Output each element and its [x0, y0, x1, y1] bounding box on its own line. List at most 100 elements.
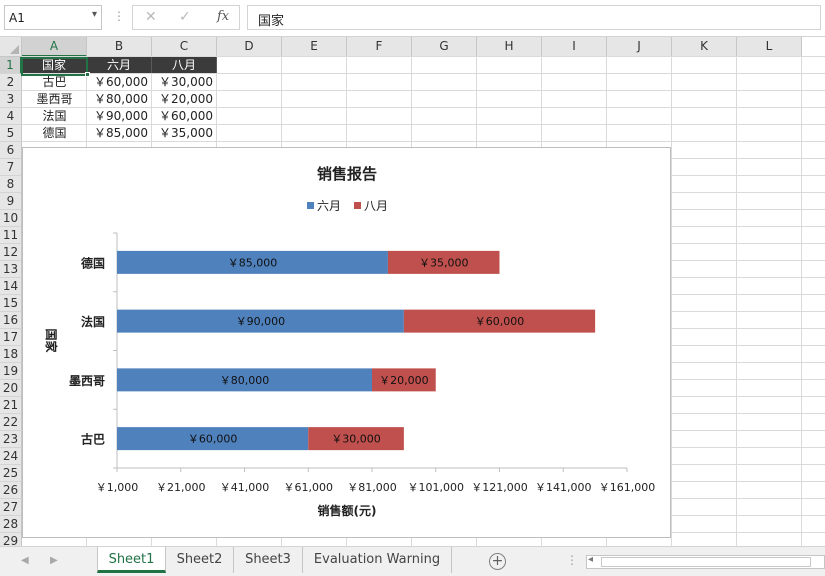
row-header-19[interactable]: 19: [0, 363, 22, 380]
column-header-b[interactable]: B: [87, 37, 152, 57]
prev-sheet-icon[interactable]: ◀: [21, 555, 29, 566]
column-header-i[interactable]: I: [542, 37, 607, 57]
row-header-14[interactable]: 14: [0, 278, 22, 295]
column-header-f[interactable]: F: [347, 37, 412, 57]
row-header-23[interactable]: 23: [0, 431, 22, 448]
scrollbar-thumb[interactable]: [601, 557, 811, 567]
column-header-c[interactable]: C: [152, 37, 217, 57]
row-header-7[interactable]: 7: [0, 159, 22, 176]
scroll-left-icon[interactable]: ◂: [588, 554, 593, 565]
plus-circle-icon[interactable]: +: [489, 553, 506, 570]
row-header-1[interactable]: 1: [0, 57, 22, 74]
column-gridline: [736, 57, 737, 546]
row-header-10[interactable]: 10: [0, 210, 22, 227]
amount-cell[interactable]: ￥60,000: [152, 108, 217, 125]
tab-evaluation-warning[interactable]: Evaluation Warning: [303, 547, 452, 573]
amount-cell[interactable]: ￥35,000: [152, 125, 217, 142]
y-category-label: 古巴: [81, 432, 105, 447]
tab-sheet2[interactable]: Sheet2: [166, 547, 234, 573]
row-header-22[interactable]: 22: [0, 414, 22, 431]
close-icon[interactable]: ✕: [145, 9, 157, 25]
tab-sheet3[interactable]: Sheet3: [234, 547, 303, 573]
column-header-a[interactable]: A: [22, 37, 87, 57]
country-cell[interactable]: 古巴: [22, 74, 87, 91]
row-header-24[interactable]: 24: [0, 448, 22, 465]
x-tick-label: ￥21,000: [156, 481, 206, 494]
x-tick-label: ￥161,000: [599, 481, 656, 494]
name-box-value: A1: [9, 11, 25, 25]
row-header-20[interactable]: 20: [0, 380, 22, 397]
row-header-27[interactable]: 27: [0, 499, 22, 516]
y-category-label: 墨西哥: [69, 374, 105, 388]
select-all-corner[interactable]: [0, 37, 22, 57]
x-tick-label: ￥1,000: [96, 481, 139, 494]
row-header-6[interactable]: 6: [0, 142, 22, 159]
formula-input[interactable]: 国家: [247, 5, 821, 30]
row-header-9[interactable]: 9: [0, 193, 22, 210]
column-header-k[interactable]: K: [672, 37, 737, 57]
x-tick-label: ￥101,000: [408, 481, 465, 494]
row-header-26[interactable]: 26: [0, 482, 22, 499]
row-header-16[interactable]: 16: [0, 312, 22, 329]
x-tick-label: ￥61,000: [284, 481, 334, 494]
active-cell-border: [21, 57, 88, 76]
row-header-5[interactable]: 5: [0, 125, 22, 142]
y-category-label: 德国: [81, 255, 105, 270]
row-header-8[interactable]: 8: [0, 176, 22, 193]
row-header-11[interactable]: 11: [0, 227, 22, 244]
sales-chart[interactable]: 销售报告 六月 八月 ￥1,000 ￥21,000 ￥41,000 ￥61,000 ￥81,0…: [22, 147, 671, 538]
legend-swatch: [354, 202, 361, 209]
row-header-17[interactable]: 17: [0, 329, 22, 346]
column-header-d[interactable]: D: [217, 37, 282, 57]
row-header-29[interactable]: 29: [0, 533, 22, 546]
row-header-28[interactable]: 28: [0, 516, 22, 533]
formula-value: 国家: [258, 14, 285, 29]
data-label: ￥90,000: [236, 315, 286, 328]
name-box[interactable]: A1 ▾: [4, 5, 102, 30]
amount-cell[interactable]: ￥90,000: [87, 108, 152, 125]
row-header-12[interactable]: 12: [0, 244, 22, 261]
spreadsheet-grid[interactable]: ABCDEFGHIJKL 1 2 3 4 5 6 7 8 9 10 11 12 13 14 15 16 17 18…: [0, 37, 825, 546]
amount-cell[interactable]: ￥60,000: [87, 74, 152, 91]
amount-cell[interactable]: ￥85,000: [87, 125, 152, 142]
amount-cell[interactable]: ￥30,000: [152, 74, 217, 91]
row-header-4[interactable]: 4: [0, 108, 22, 125]
column-header-g[interactable]: G: [412, 37, 477, 57]
chart-title: 销售报告: [317, 165, 377, 183]
amount-cell[interactable]: ￥80,000: [87, 91, 152, 108]
horizontal-scrollbar[interactable]: ◂: [586, 554, 825, 569]
checkmark-icon[interactable]: ✓: [179, 9, 191, 25]
row-header-15[interactable]: 15: [0, 295, 22, 312]
row-header-3[interactable]: 3: [0, 91, 22, 108]
row-header-13[interactable]: 13: [0, 261, 22, 278]
next-sheet-icon[interactable]: ▶: [50, 555, 58, 566]
column-header-h[interactable]: H: [477, 37, 542, 57]
chevron-down-icon[interactable]: ▾: [92, 9, 97, 20]
chart-svg: 销售报告六月 八月 ￥1,000 ￥21,000 ￥41,000 ￥61,000 ￥81,0…: [44, 165, 656, 518]
function-icon[interactable]: fx: [217, 9, 229, 24]
row-header-18[interactable]: 18: [0, 346, 22, 363]
x-tick-label: ￥81,000: [347, 481, 397, 494]
column-header-l[interactable]: L: [737, 37, 802, 57]
fill-handle[interactable]: [85, 72, 90, 77]
column-header-e[interactable]: E: [282, 37, 347, 57]
row-header-2[interactable]: 2: [0, 74, 22, 91]
data-label: ￥60,000: [188, 433, 238, 446]
tab-splitter-icon[interactable]: ⋮: [566, 553, 578, 567]
row-header-21[interactable]: 21: [0, 397, 22, 414]
country-cell[interactable]: 法国: [22, 108, 87, 125]
data-label: ￥80,000: [220, 374, 270, 387]
country-cell[interactable]: 德国: [22, 125, 87, 142]
data-label: ￥30,000: [331, 433, 381, 446]
column-gridline: [801, 57, 802, 546]
formula-bar: A1 ▾ ⋮ ✕ ✓ fx 国家: [0, 0, 825, 37]
x-tick-label: ￥41,000: [220, 481, 270, 494]
legend-label: 八月: [364, 199, 388, 213]
header-cell[interactable]: 六月: [87, 57, 152, 73]
amount-cell[interactable]: ￥20,000: [152, 91, 217, 108]
tab-sheet1[interactable]: Sheet1: [97, 547, 166, 573]
column-header-j[interactable]: J: [607, 37, 672, 57]
header-cell[interactable]: 八月: [152, 57, 217, 73]
country-cell[interactable]: 墨西哥: [22, 91, 87, 108]
row-header-25[interactable]: 25: [0, 465, 22, 482]
